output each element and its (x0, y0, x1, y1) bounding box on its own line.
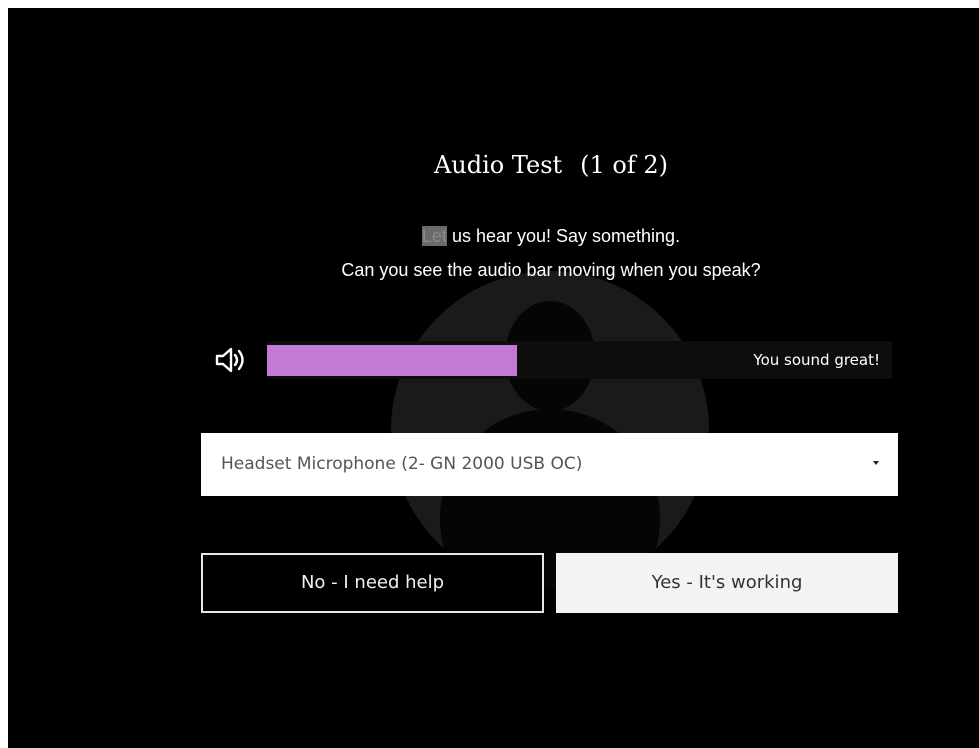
microphone-selected-value: Headset Microphone (2- GN 2000 USB OC) (221, 454, 583, 474)
audio-status-text: You sound great! (753, 351, 880, 369)
dialog-title-text: Audio Test (433, 151, 563, 179)
no-need-help-button[interactable]: No - I need help (201, 553, 544, 613)
chevron-down-icon (873, 461, 879, 465)
yes-working-button[interactable]: Yes - It's working (556, 553, 898, 613)
selected-text-highlight: Let (421, 226, 447, 246)
instruction-line-1-text: us hear you! Say something. (446, 226, 681, 246)
dialog-step-indicator: (1 of 2) (580, 151, 669, 179)
audio-level-fill (267, 345, 517, 376)
dialog-title: Audio Test (1 of 2) (8, 151, 979, 179)
instruction-line-1: Let us hear you! Say something. (8, 226, 979, 247)
avatar-placeholder-icon (391, 271, 709, 589)
audio-test-dialog: Audio Test (1 of 2) Let us hear you! Say … (8, 8, 979, 748)
speaker-icon (215, 347, 244, 373)
instruction-line-2: Can you see the audio bar moving when yo… (341, 260, 761, 280)
microphone-select[interactable]: Headset Microphone (2- GN 2000 USB OC) (201, 433, 898, 496)
audio-level-meter: You sound great! (267, 341, 892, 379)
